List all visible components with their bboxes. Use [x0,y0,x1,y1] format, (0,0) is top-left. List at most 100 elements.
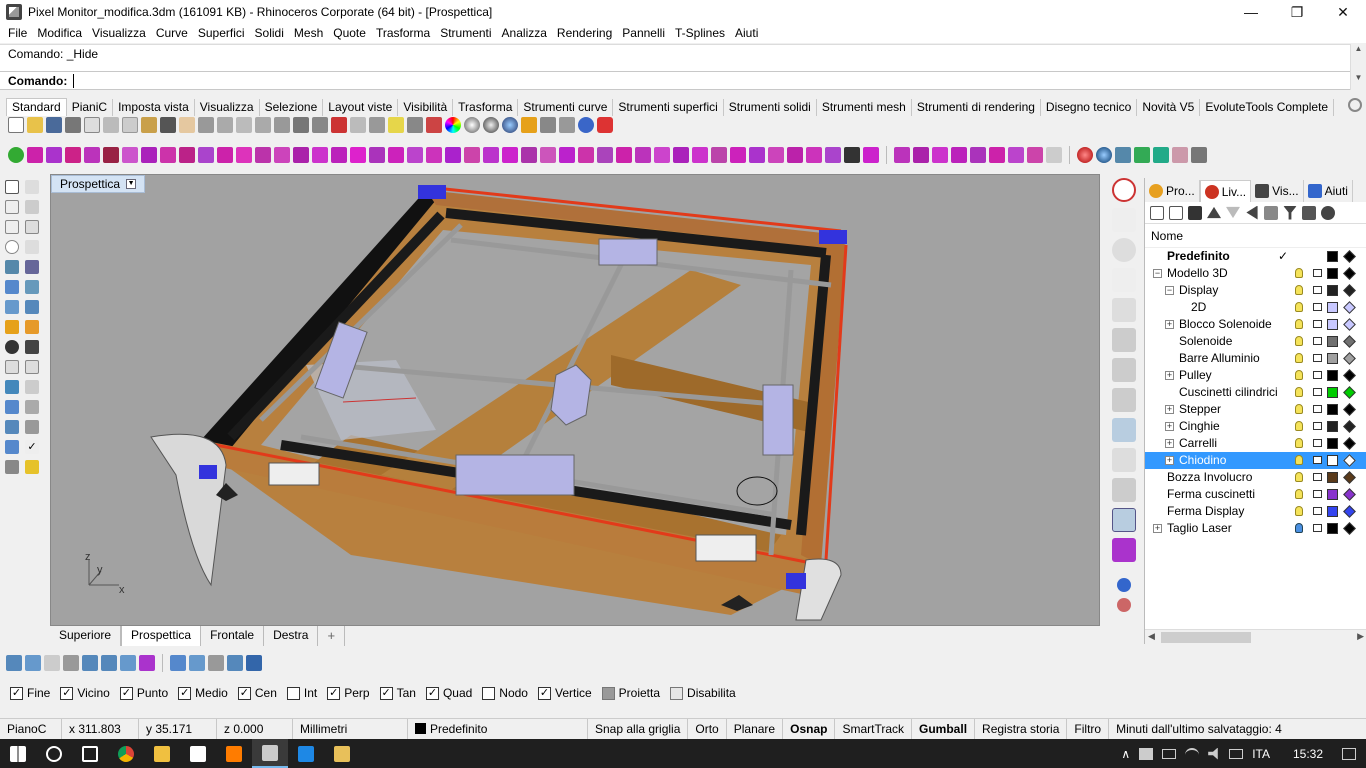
viewport-prospettica[interactable]: x y z Prospettica ▼ [50,174,1100,626]
tab-layout-viste[interactable]: Layout viste [323,99,399,116]
lightbulb-icon[interactable] [1295,353,1303,363]
mesh-tool-icon[interactable] [141,147,157,163]
surface-tool-icon[interactable] [120,655,136,671]
save-icon[interactable] [46,117,62,133]
maximize-button[interactable]: ❐ [1274,0,1320,24]
lightbulb-icon[interactable] [1295,489,1303,499]
menu-modifica[interactable]: Modifica [32,24,87,43]
surface-tool-icon[interactable] [6,655,22,671]
open-folder-icon[interactable] [27,117,43,133]
tab-layers[interactable]: Liv... [1199,180,1252,202]
unlock-icon[interactable] [1313,354,1322,362]
osnap-toggle[interactable]: Osnap [783,718,836,740]
blue-sphere-icon[interactable] [1096,147,1112,163]
light-icon[interactable] [388,117,404,133]
lightbulb-icon[interactable] [1295,404,1303,414]
polyline-icon[interactable] [5,200,19,214]
mesh-tool-icon[interactable] [274,147,290,163]
render-icon[interactable] [502,117,518,133]
checkbox[interactable] [482,686,496,700]
layer-row[interactable]: Ferma cuscinetti [1145,486,1366,503]
layer-row[interactable]: + Blocco Solenoide [1145,316,1366,333]
layer-color-swatch[interactable] [1327,438,1338,449]
grid-tool-icon[interactable] [951,147,967,163]
sphere-icon[interactable] [1117,578,1131,592]
layer-row[interactable]: Cuscinetti cilindrici [1145,384,1366,401]
new-layer-icon[interactable] [1150,205,1164,220]
osnap-punto[interactable]: ✓ Punto [119,686,168,700]
new-sublayer-icon[interactable] [1169,205,1183,220]
layer-color-swatch[interactable] [1327,268,1338,279]
mesh-tool-icon[interactable] [597,147,613,163]
menu-mesh[interactable]: Mesh [289,24,328,43]
smarttrack-toggle[interactable]: SmartTrack [835,718,913,740]
cube-view-icon[interactable] [1112,358,1136,382]
tab-imposta-vista[interactable]: Imposta vista [113,99,195,116]
view-tool-icon[interactable] [208,655,224,671]
brush-icon[interactable] [1112,478,1136,502]
app-icon[interactable] [324,739,360,768]
render-tool-icon[interactable] [25,460,39,474]
circle-icon[interactable] [5,240,19,254]
mesh-icon[interactable] [5,300,19,314]
windows-start-icon[interactable] [0,739,36,768]
menu-quote[interactable]: Quote [328,24,371,43]
render-settings-icon[interactable] [1191,147,1207,163]
mesh-tool-icon[interactable] [312,147,328,163]
app-z-icon[interactable] [288,739,324,768]
layer-row[interactable]: + Carrelli [1145,435,1366,452]
surface-icon[interactable] [5,260,19,274]
explode-icon[interactable] [25,320,39,334]
stop-icon[interactable] [597,117,613,133]
layer-color-swatch[interactable] [1327,370,1338,381]
lightbulb-icon[interactable] [1295,302,1303,312]
status-cplane[interactable]: PianoC [0,718,62,740]
cplane-icon[interactable] [331,117,347,133]
unlock-icon[interactable] [1313,405,1322,413]
mesh-tool-icon[interactable] [407,147,423,163]
tab-strumenti-mesh[interactable]: Strumenti mesh [817,99,912,116]
mesh-tool-icon[interactable] [673,147,689,163]
clipboard-icon[interactable] [141,117,157,133]
lightbulb-icon[interactable] [1295,319,1303,329]
hatch-icon[interactable] [25,400,39,414]
layer-row[interactable]: − Display [1145,282,1366,299]
scroll-thumb[interactable] [1161,632,1251,643]
tab-frontale[interactable]: Frontale [201,626,265,646]
options-icon[interactable] [540,117,556,133]
scroll-left-icon[interactable]: ◀ [1148,631,1155,642]
checkbox[interactable]: ✓ [119,686,133,700]
layer-name[interactable]: Cinghie [1179,418,1220,435]
unlock-icon[interactable] [1313,303,1322,311]
lightbulb-icon[interactable] [1295,370,1303,380]
mesh-tool-icon[interactable] [179,147,195,163]
history-toggle[interactable]: Registra storia [975,718,1068,740]
move-icon[interactable] [1112,208,1136,232]
layer-name[interactable]: Carrelli [1179,435,1217,452]
material-diamond-icon[interactable] [1343,335,1356,348]
globe-icon[interactable] [1112,238,1136,262]
osnap-medio[interactable]: ✓ Medio [178,686,228,700]
osnap-fine[interactable]: ✓ Fine [10,686,50,700]
checkbox[interactable]: ✓ [237,686,251,700]
check-icon[interactable]: ✓ [25,440,39,454]
osnap-nodo[interactable]: Nodo [482,686,528,700]
unlock-icon[interactable] [1313,269,1322,277]
rhino-app-icon[interactable] [6,4,22,20]
unlock-icon[interactable] [1313,320,1322,328]
lightbulb-icon[interactable] [1295,285,1303,295]
osnap-vertice[interactable]: ✓ Vertice [537,686,592,700]
chrome-icon[interactable] [108,739,144,768]
viewport-title[interactable]: Prospettica ▼ [51,175,146,193]
tab-prospettica[interactable]: Prospettica [121,626,202,646]
dimension-icon[interactable] [25,380,39,394]
menu-strumenti[interactable]: Strumenti [435,24,496,43]
new-file-icon[interactable] [8,117,24,133]
expand-icon[interactable]: + [1165,456,1174,465]
lightbulb-icon[interactable] [1295,523,1303,533]
print-icon[interactable] [65,117,81,133]
nodes-icon[interactable] [1112,268,1136,292]
tab-selezione[interactable]: Selezione [260,99,324,116]
lightbulb-icon[interactable] [1295,421,1303,431]
layer-row[interactable]: + Taglio Laser [1145,520,1366,537]
